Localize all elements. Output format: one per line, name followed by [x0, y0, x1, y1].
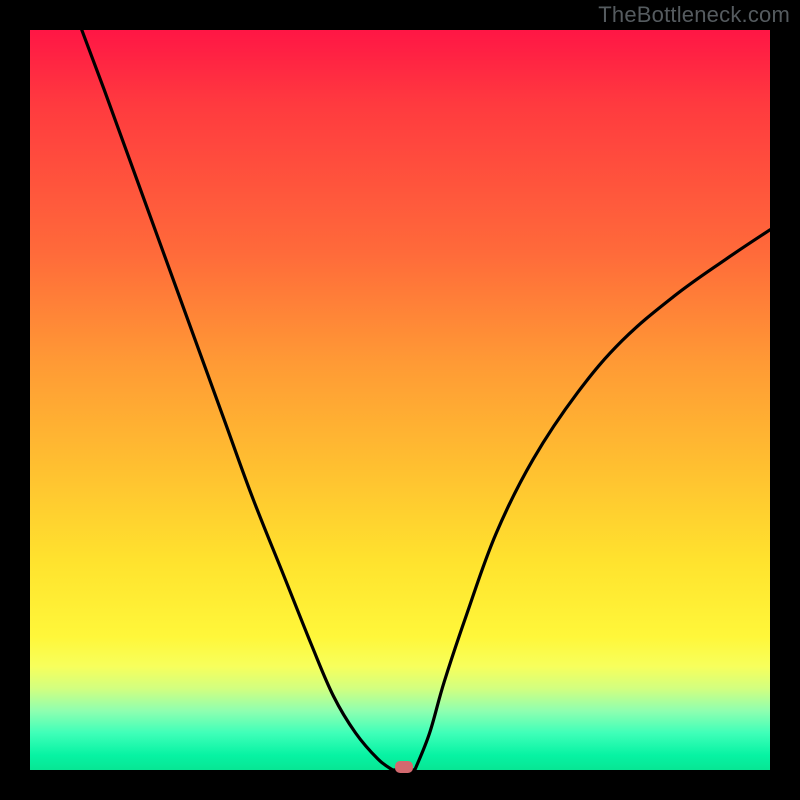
plot-area	[30, 30, 770, 770]
watermark-text: TheBottleneck.com	[598, 2, 790, 28]
curve-left-branch	[82, 30, 393, 770]
minimum-marker	[395, 761, 413, 773]
bottleneck-curve	[30, 30, 770, 770]
curve-right-branch	[415, 230, 770, 770]
chart-frame: TheBottleneck.com	[0, 0, 800, 800]
